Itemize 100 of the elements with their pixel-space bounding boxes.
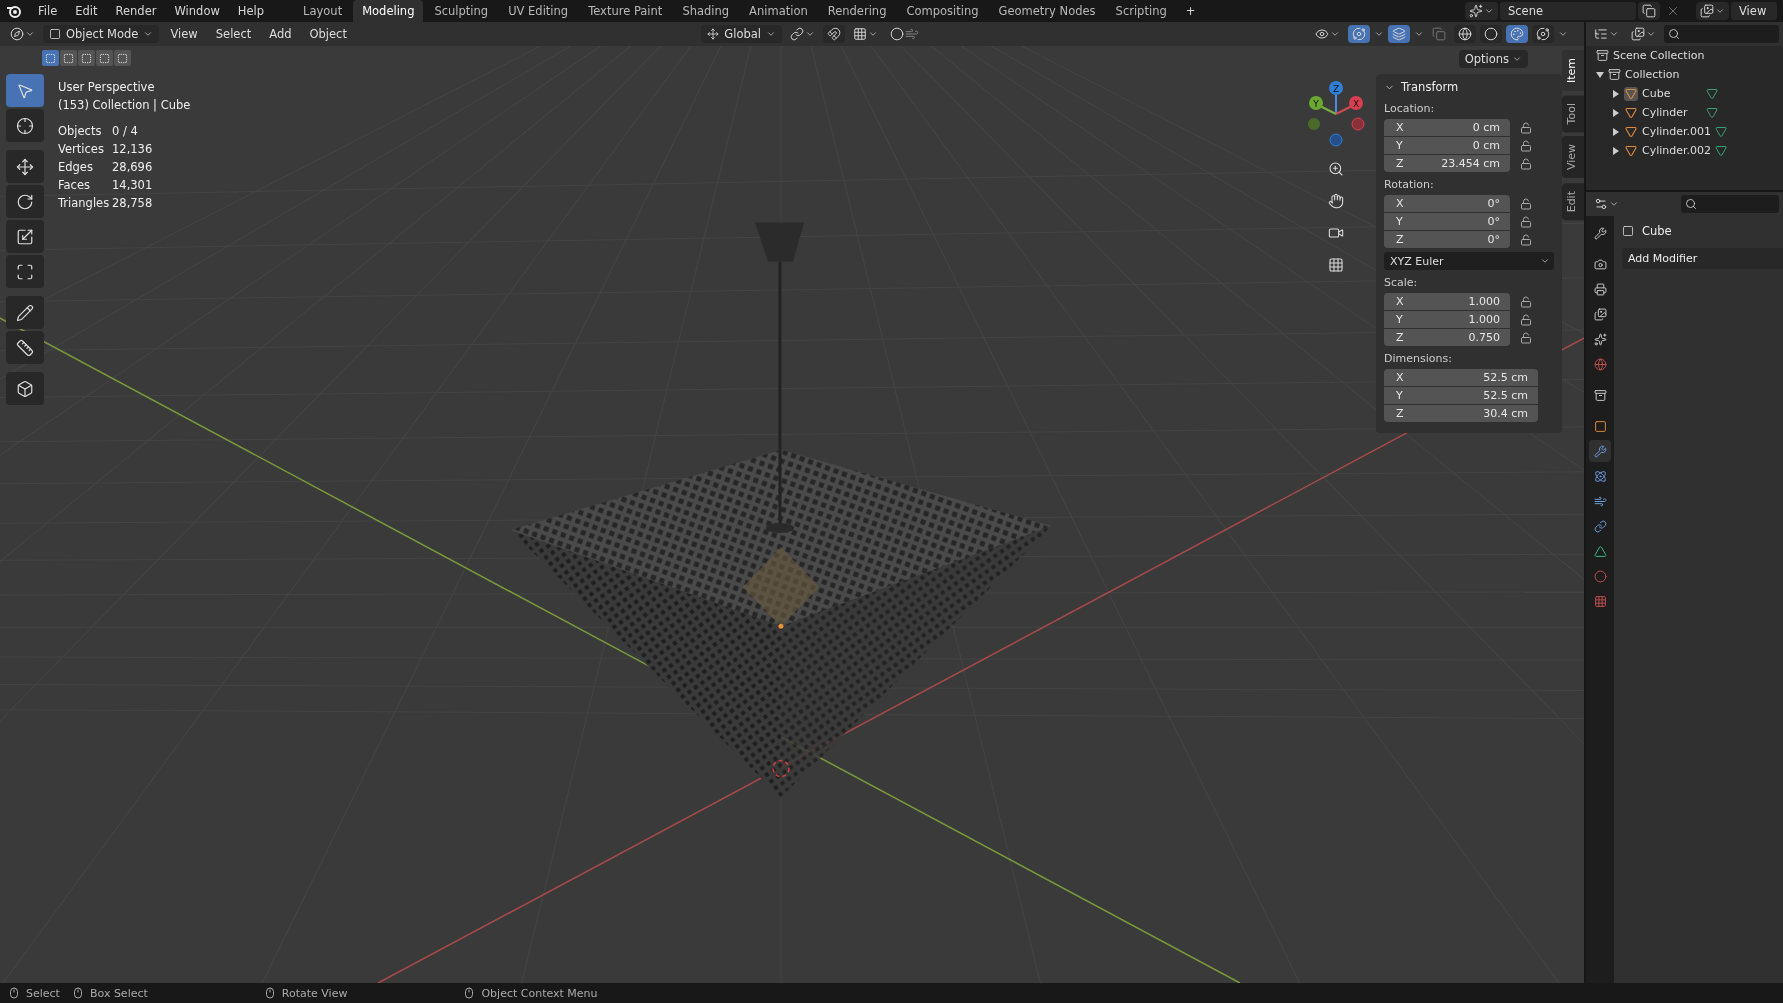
disclosure-triangle[interactable] — [1596, 70, 1604, 79]
number-field[interactable]: X 1.000 — [1384, 293, 1510, 310]
transform-icon — [16, 262, 34, 281]
number-field[interactable]: Y 0° — [1384, 213, 1510, 230]
unlock-icon[interactable] — [1520, 157, 1532, 170]
search-field[interactable] — [1681, 195, 1779, 213]
disclosure-triangle[interactable] — [1612, 89, 1620, 98]
menu-item[interactable]: File — [30, 2, 66, 20]
new-scene-button[interactable] — [1638, 2, 1660, 20]
tool-button[interactable] — [6, 150, 44, 183]
tool-button[interactable] — [6, 185, 44, 218]
properties-icon — [1594, 197, 1608, 211]
header-menu[interactable]: Select — [208, 25, 259, 43]
number-field[interactable]: Z 0° — [1384, 231, 1510, 248]
selection-mode-button[interactable] — [42, 50, 59, 66]
number-field[interactable]: X 0° — [1384, 195, 1510, 212]
overlay-toggle[interactable] — [1388, 25, 1410, 43]
workspace-tab[interactable]: UV Editing — [499, 0, 578, 22]
number-field[interactable]: Y 52.5 cm — [1384, 387, 1538, 404]
shading-button[interactable] — [1532, 25, 1554, 43]
tree-item[interactable]: Cube — [1642, 87, 1702, 100]
header-menu[interactable]: View — [163, 25, 205, 43]
menu-item[interactable]: Render — [107, 2, 165, 20]
printer-icon — [1593, 282, 1607, 296]
number-field[interactable]: Y 0 cm — [1384, 137, 1510, 154]
tool-button[interactable] — [6, 220, 44, 253]
workspace-tab[interactable]: Sculpting — [425, 0, 498, 22]
shading-button[interactable] — [1506, 25, 1528, 43]
tree-item[interactable]: Cylinder.001 — [1642, 125, 1712, 138]
sidebar-tab[interactable]: Edit — [1562, 182, 1584, 220]
tree-item[interactable]: Cylinder — [1642, 106, 1702, 119]
snap-button[interactable] — [823, 25, 845, 43]
unlock-icon[interactable] — [1520, 139, 1532, 152]
workspace-tab[interactable]: Animation — [740, 0, 817, 22]
navigation-gizmo-drawing[interactable]: Z Y X — [1306, 78, 1366, 150]
unlock-icon[interactable] — [1520, 313, 1532, 326]
workspace-tab[interactable]: Scripting — [1106, 0, 1176, 22]
workspace-tab[interactable]: Geometry Nodes — [989, 0, 1105, 22]
add-workspace-button[interactable]: + — [1177, 2, 1204, 20]
tree-item[interactable]: Scene Collection — [1613, 49, 1705, 62]
rotate-icon — [16, 192, 34, 211]
add-modifier-dropdown[interactable]: Add Modifier — [1622, 248, 1783, 269]
menu-item[interactable]: Help — [229, 2, 273, 20]
unlock-icon[interactable] — [1520, 295, 1532, 308]
menu-item[interactable]: Edit — [67, 2, 106, 20]
rotation-mode-dropdown[interactable]: XYZ Euler — [1384, 252, 1554, 270]
unlock-icon[interactable] — [1520, 331, 1532, 344]
properties-tab[interactable] — [1589, 440, 1611, 462]
unlock-icon[interactable] — [1520, 121, 1532, 134]
view-layer-selector[interactable] — [1696, 2, 1729, 20]
workspace-tab[interactable]: Layout — [294, 0, 352, 22]
tool-button[interactable] — [6, 372, 44, 405]
workspace-tab[interactable]: Rendering — [818, 0, 896, 22]
number-field[interactable]: Z 23.454 cm — [1384, 155, 1510, 172]
disclosure-triangle[interactable] — [1612, 127, 1620, 136]
shading-button[interactable] — [1480, 25, 1502, 43]
scene-selector[interactable] — [1465, 2, 1498, 20]
workspace-tab[interactable]: Modeling — [353, 0, 424, 22]
shading-button[interactable] — [1454, 25, 1476, 43]
stat-value: 28,696 — [112, 159, 154, 176]
header-menu[interactable]: Object — [302, 25, 354, 43]
unlock-icon[interactable] — [1520, 233, 1532, 246]
unlock-icon[interactable] — [1520, 215, 1532, 228]
tree-item[interactable]: Collection — [1625, 68, 1680, 81]
tool-button[interactable] — [6, 296, 44, 329]
number-field[interactable]: X 52.5 cm — [1384, 369, 1538, 386]
workspace-tab[interactable]: Texture Paint — [579, 0, 672, 22]
workspace-tab[interactable]: Shading — [673, 0, 739, 22]
sidebar-tab[interactable]: View — [1562, 136, 1584, 179]
search-field[interactable] — [1664, 25, 1779, 43]
app-logo-icon[interactable] — [6, 4, 22, 18]
gizmo-toggle[interactable] — [1348, 25, 1370, 43]
mode-dropdown[interactable]: Object Mode — [43, 25, 160, 43]
options-dropdown[interactable]: Options — [1458, 50, 1528, 68]
stat-label: Faces — [58, 177, 91, 194]
view-layer-field[interactable]: View — [1731, 2, 1777, 20]
selection-mode-button[interactable] — [96, 50, 113, 66]
unlock-icon[interactable] — [1520, 197, 1532, 210]
panel-title[interactable]: Transform — [1384, 80, 1554, 94]
tool-button[interactable] — [6, 109, 44, 142]
selection-mode-button[interactable] — [78, 50, 95, 66]
tool-button[interactable] — [6, 255, 44, 288]
number-field[interactable]: Z 0.750 — [1384, 329, 1510, 346]
number-field[interactable]: X 0 cm — [1384, 119, 1510, 136]
tree-item[interactable]: Cylinder.002 — [1642, 144, 1712, 157]
selection-mode-button[interactable] — [114, 50, 131, 66]
disclosure-triangle[interactable] — [1612, 146, 1620, 155]
sidebar-tab[interactable]: Item — [1562, 50, 1584, 92]
selection-mode-button[interactable] — [60, 50, 77, 66]
chevron-icon — [143, 29, 154, 39]
workspace-tab[interactable]: Compositing — [897, 0, 988, 22]
scene-name-field[interactable]: Scene — [1500, 2, 1636, 20]
sidebar-tab[interactable]: Tool — [1562, 95, 1584, 133]
header-menu[interactable]: Add — [262, 25, 299, 43]
number-field[interactable]: Y 1.000 — [1384, 311, 1510, 328]
orientation-dropdown[interactable]: Global — [701, 25, 782, 43]
menu-item[interactable]: Window — [166, 2, 228, 20]
disclosure-triangle[interactable] — [1612, 108, 1620, 117]
tool-button[interactable] — [6, 331, 44, 364]
number-field[interactable]: Z 30.4 cm — [1384, 405, 1538, 422]
